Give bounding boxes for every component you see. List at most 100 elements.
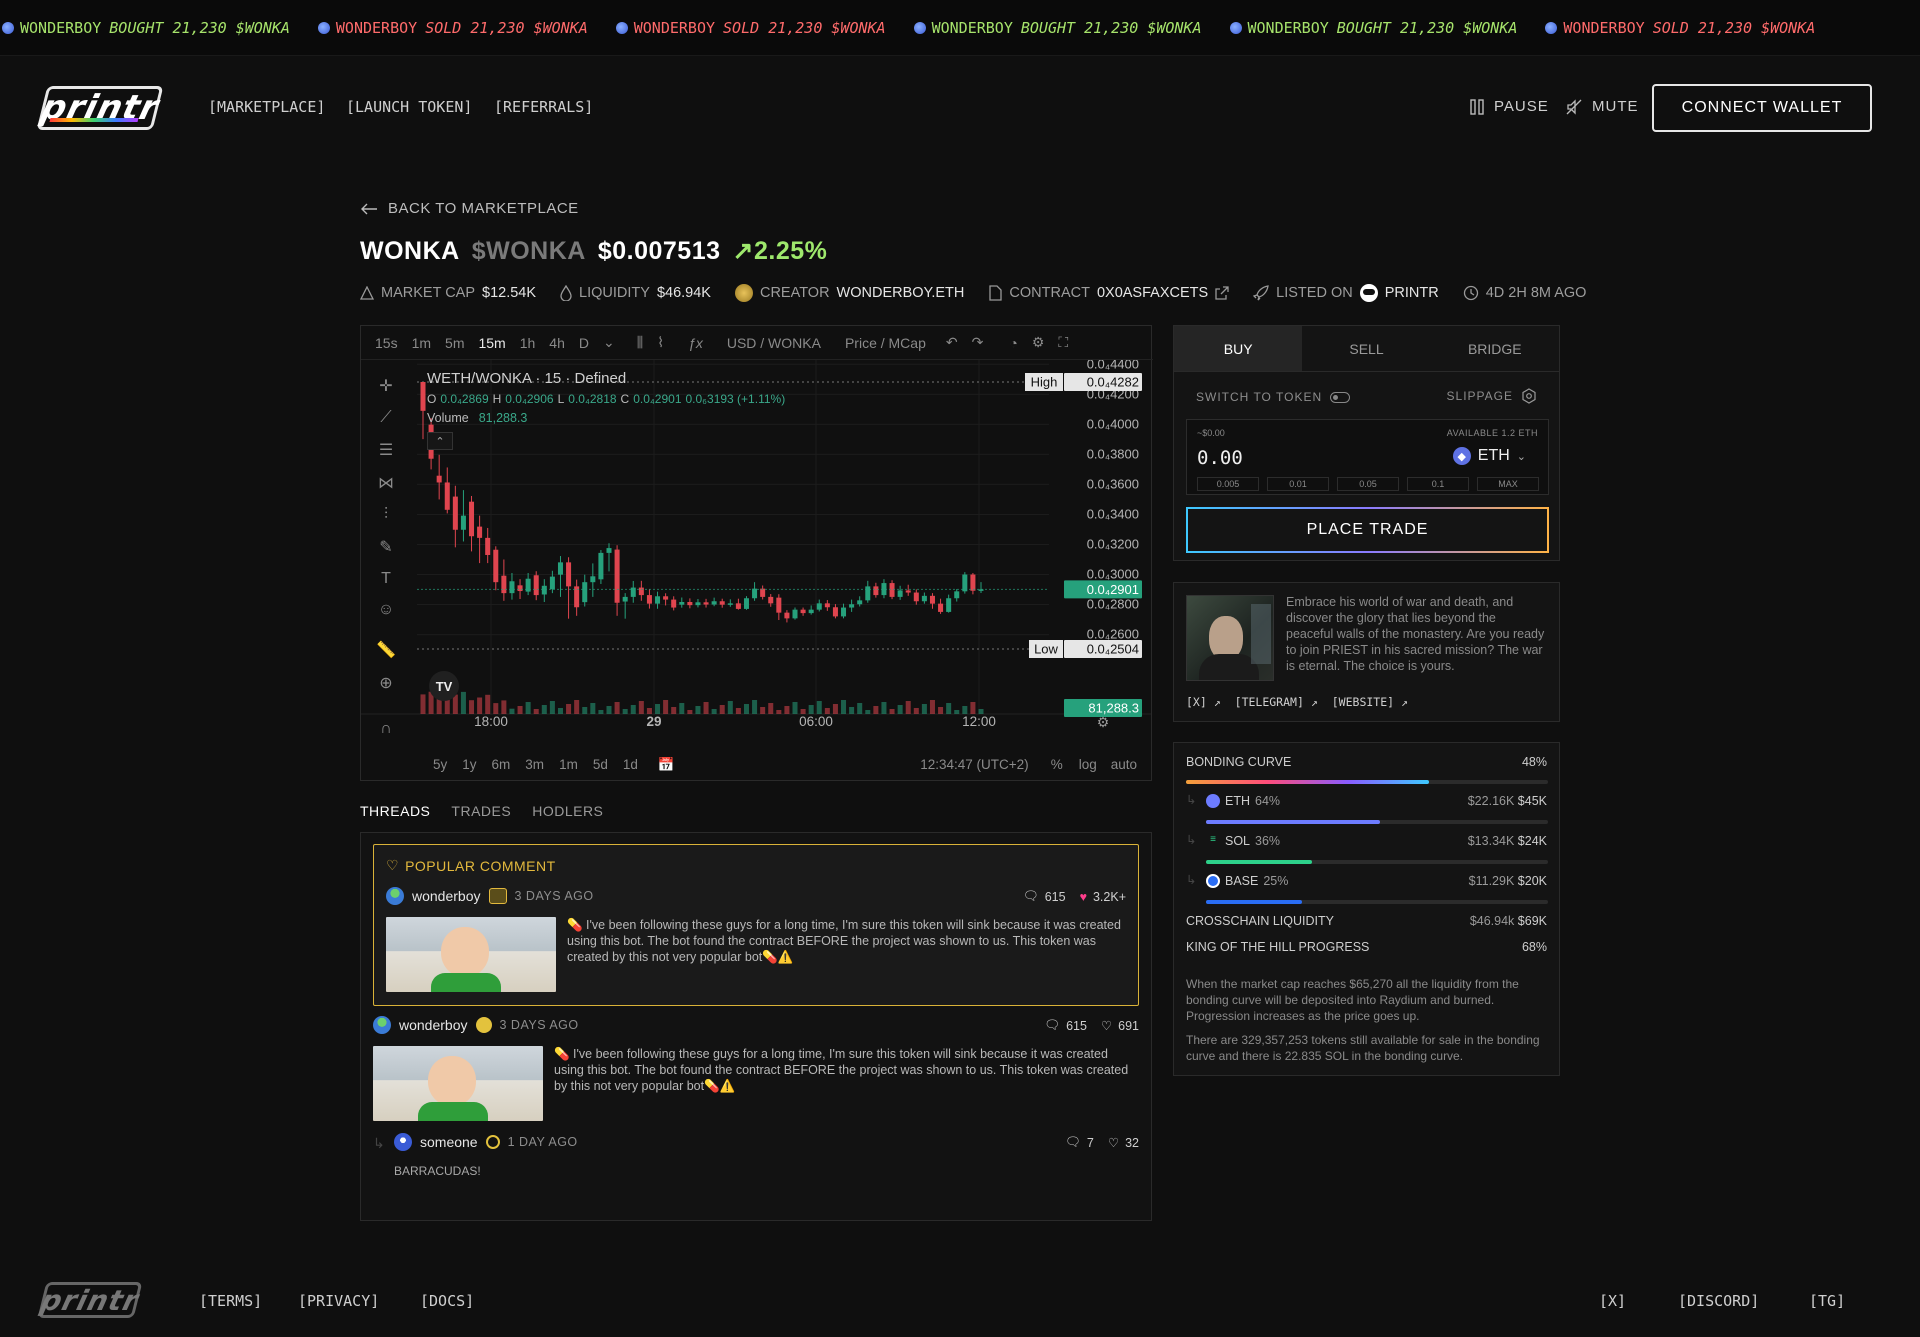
- scale-percent[interactable]: %: [1051, 757, 1063, 772]
- preset-max[interactable]: MAX: [1477, 477, 1539, 491]
- link-website[interactable]: [WEBSITE] ↗: [1332, 695, 1408, 709]
- avatar[interactable]: [373, 1016, 391, 1034]
- currency-select[interactable]: ◆ ETH ⌄: [1452, 447, 1526, 465]
- price-mcap-toggle[interactable]: Price / MCap: [845, 335, 926, 351]
- ticker-item[interactable]: WONDERBOY BOUGHT 21,230 $WONKA: [0, 19, 290, 37]
- fib-icon[interactable]: ☰: [379, 440, 393, 460]
- interval-4h[interactable]: 4h: [549, 335, 565, 351]
- range-1m[interactable]: 1m: [559, 757, 578, 772]
- heart-filled-icon[interactable]: ♥: [1080, 890, 1087, 904]
- candles-icon[interactable]: ⫼: [637, 334, 643, 351]
- footer-privacy[interactable]: [PRIVACY]: [298, 1292, 379, 1310]
- mute-button[interactable]: MUTE: [1566, 98, 1639, 115]
- interval-d[interactable]: D: [579, 335, 589, 351]
- amount-input[interactable]: 0.00: [1197, 447, 1243, 469]
- ticker-item[interactable]: WONDERBOY SOLD 21,230 $WONKA: [312, 19, 588, 37]
- link-x[interactable]: [X] ↗: [1186, 695, 1221, 709]
- pattern-icon[interactable]: ⋈: [378, 473, 394, 493]
- text-icon[interactable]: T: [381, 570, 391, 588]
- magnet-icon[interactable]: ∩: [380, 720, 392, 738]
- nav-launch-token[interactable]: [LAUNCH TOKEN]: [346, 98, 472, 116]
- ticker-item[interactable]: WONDERBOY BOUGHT 21,230 $WONKA: [1224, 19, 1517, 37]
- interval-15s[interactable]: 15s: [375, 335, 398, 351]
- ruler-icon[interactable]: 📏: [376, 640, 396, 660]
- nav-marketplace[interactable]: [MARKETPLACE]: [208, 98, 325, 116]
- indicators-icon[interactable]: ⌇: [657, 334, 664, 351]
- undo-icon[interactable]: ↶: [946, 334, 958, 351]
- avatar[interactable]: [386, 887, 404, 905]
- avatar[interactable]: [394, 1133, 412, 1151]
- heart-outline-icon[interactable]: ♡: [1108, 1135, 1119, 1150]
- tab-hodlers[interactable]: HODLERS: [532, 803, 603, 819]
- interval-dropdown-icon[interactable]: ⌄: [603, 334, 615, 351]
- tab-buy[interactable]: BUY: [1174, 326, 1303, 371]
- zoom-icon[interactable]: ⊕: [379, 673, 392, 693]
- switch-to-token-toggle[interactable]: SWITCH TO TOKEN: [1196, 390, 1351, 404]
- alert-icon[interactable]: ◔: [1009, 335, 1017, 351]
- interval-15m[interactable]: 15m: [478, 335, 505, 351]
- tab-sell[interactable]: SELL: [1302, 326, 1430, 371]
- tradingview-logo-icon[interactable]: TV: [429, 671, 459, 701]
- stat-creator[interactable]: CREATOR WONDERBOY.ETH: [734, 284, 964, 302]
- footer-tg[interactable]: [TG]: [1809, 1292, 1845, 1310]
- footer-x[interactable]: [X]: [1599, 1292, 1626, 1310]
- reply-icon[interactable]: 🗨: [1065, 1135, 1081, 1150]
- date-range-icon[interactable]: 📅: [658, 757, 675, 773]
- link-telegram[interactable]: [TELEGRAM] ↗: [1235, 695, 1318, 709]
- footer-discord[interactable]: [DISCORD]: [1678, 1292, 1759, 1310]
- tab-threads[interactable]: THREADS: [360, 803, 430, 819]
- function-icon[interactable]: ƒx: [688, 335, 703, 351]
- footer-logo[interactable]: printr: [37, 1282, 143, 1318]
- reply-icon[interactable]: 🗨: [1023, 889, 1039, 904]
- scale-auto[interactable]: auto: [1111, 757, 1137, 772]
- range-5y[interactable]: 5y: [433, 757, 447, 772]
- comment-user[interactable]: someone: [420, 1134, 478, 1150]
- footer-docs[interactable]: [DOCS]: [420, 1292, 474, 1310]
- collapse-legend-button[interactable]: ⌃: [427, 432, 453, 450]
- range-6m[interactable]: 6m: [492, 757, 511, 772]
- interval-1m[interactable]: 1m: [412, 335, 431, 351]
- brush-icon[interactable]: ✎: [379, 537, 392, 557]
- range-1d[interactable]: 1d: [623, 757, 638, 772]
- external-link-icon[interactable]: [1215, 286, 1229, 300]
- slippage-button[interactable]: SLIPPAGE: [1447, 388, 1537, 404]
- projection-icon[interactable]: ⫶: [384, 506, 388, 524]
- preset-0-005[interactable]: 0.005: [1197, 477, 1259, 491]
- preset-0-05[interactable]: 0.05: [1337, 477, 1399, 491]
- reply-icon[interactable]: 🗨: [1044, 1018, 1060, 1033]
- connect-wallet-button[interactable]: CONNECT WALLET: [1652, 84, 1872, 132]
- comment-image[interactable]: [386, 917, 556, 992]
- interval-5m[interactable]: 5m: [445, 335, 464, 351]
- place-trade-button[interactable]: PLACE TRADE: [1186, 507, 1549, 553]
- footer-terms[interactable]: [TERMS]: [199, 1292, 262, 1310]
- ticker-item[interactable]: WONDERBOY BOUGHT 21,230 $WONKA: [908, 19, 1202, 37]
- pause-button[interactable]: PAUSE: [1470, 98, 1549, 115]
- settings-icon[interactable]: ⚙: [1032, 334, 1045, 351]
- ticker-item[interactable]: WONDERBOY SOLD 21,230 $WONKA: [610, 19, 886, 37]
- fullscreen-icon[interactable]: ⛶: [1058, 334, 1068, 351]
- crosshair-icon[interactable]: ✛: [379, 376, 392, 396]
- range-1y[interactable]: 1y: [462, 757, 476, 772]
- price-chart-panel[interactable]: 15s 1m 5m 15m 1h 4h D ⌄ ⫼ ⌇ ƒx USD / WON…: [360, 325, 1153, 781]
- interval-1h[interactable]: 1h: [520, 335, 536, 351]
- comment-user[interactable]: wonderboy: [399, 1017, 468, 1033]
- scale-log[interactable]: log: [1079, 757, 1097, 772]
- tab-bridge[interactable]: BRIDGE: [1431, 326, 1559, 371]
- ticker-item[interactable]: WONDERBOY SOLD 21,230 $WONKA: [1539, 19, 1815, 37]
- axis-settings-icon[interactable]: ⚙: [1097, 714, 1110, 730]
- range-5d[interactable]: 5d: [593, 757, 608, 772]
- stat-contract[interactable]: CONTRACT 0X0ASFAXCETS: [988, 285, 1229, 301]
- printr-logo[interactable]: printr: [36, 86, 164, 130]
- comment-user[interactable]: wonderboy: [412, 888, 481, 904]
- nav-referrals[interactable]: [REFERRALS]: [494, 98, 593, 116]
- emoji-icon[interactable]: ☺: [378, 601, 394, 619]
- preset-0-1[interactable]: 0.1: [1407, 477, 1469, 491]
- heart-outline-icon[interactable]: ♡: [1101, 1018, 1112, 1033]
- pair-toggle[interactable]: USD / WONKA: [727, 335, 821, 351]
- back-to-marketplace-link[interactable]: BACK TO MARKETPLACE: [360, 200, 579, 217]
- comment-image[interactable]: [373, 1046, 543, 1121]
- trendline-icon[interactable]: ⟋: [380, 409, 391, 427]
- preset-0-01[interactable]: 0.01: [1267, 477, 1329, 491]
- range-3m[interactable]: 3m: [525, 757, 544, 772]
- tab-trades[interactable]: TRADES: [451, 803, 511, 819]
